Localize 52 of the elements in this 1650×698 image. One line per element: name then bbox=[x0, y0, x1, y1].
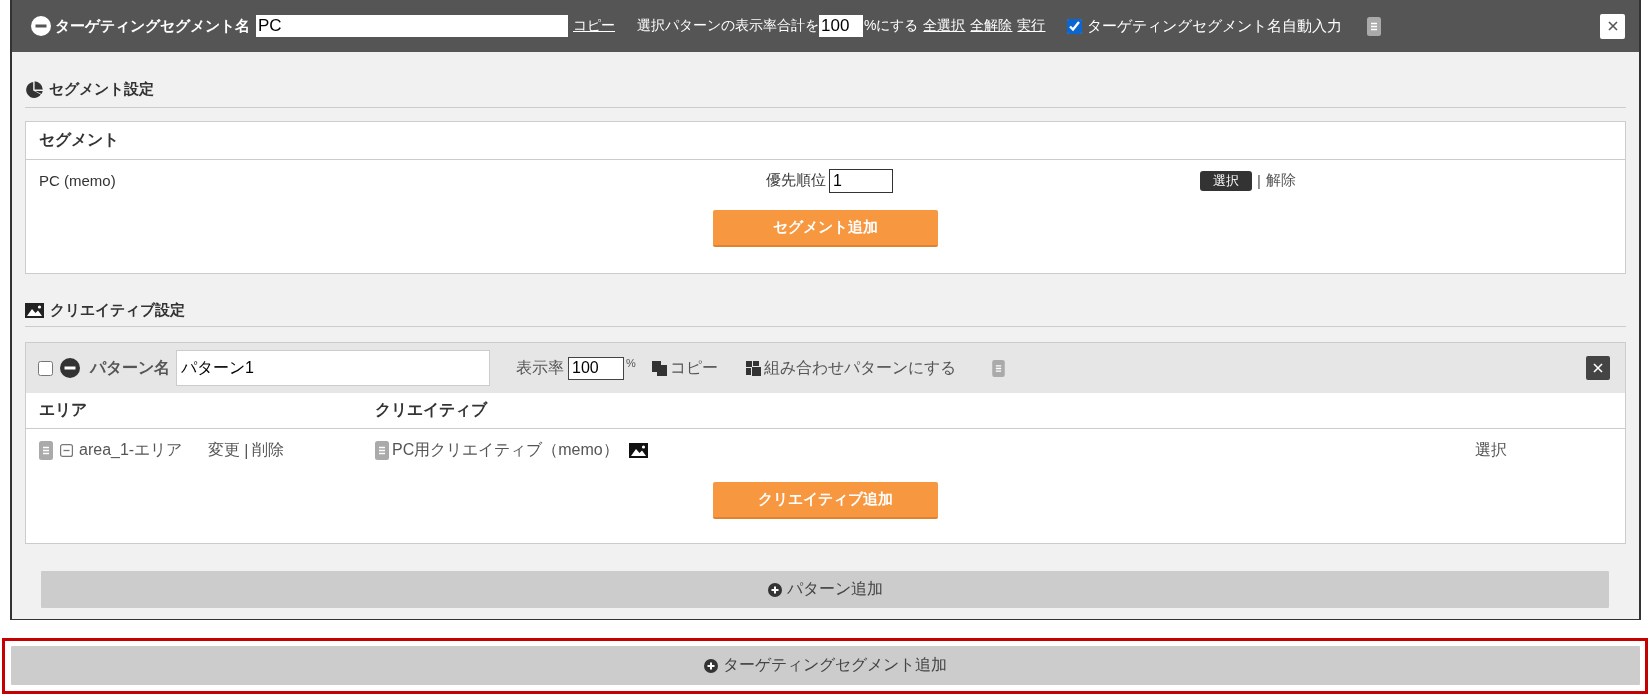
close-icon bbox=[1593, 363, 1603, 373]
column-header: エリア bbox=[39, 400, 87, 420]
copy-action[interactable]: コピー bbox=[651, 357, 718, 379]
area-name: area_1-エリア bbox=[79, 440, 183, 460]
pattern-checkbox[interactable] bbox=[38, 360, 53, 376]
segment-name-field[interactable]: PC bbox=[256, 15, 568, 37]
plus-circle-icon bbox=[767, 582, 782, 597]
select-button[interactable]: 選択 bbox=[1200, 170, 1252, 191]
segment-name-cell: PC (memo) bbox=[39, 172, 116, 189]
close-button[interactable] bbox=[1600, 13, 1625, 39]
select-link[interactable]: 選択 bbox=[1475, 440, 1507, 461]
add-targeting-segment-button[interactable]: ターゲティングセグメント追加 bbox=[11, 646, 1640, 685]
column-header: クリエイティブ bbox=[375, 400, 487, 420]
separator: | bbox=[244, 441, 249, 460]
pie-chart-icon bbox=[25, 80, 43, 99]
rate-prefix-text: 選択パターンの表示率合計を bbox=[637, 17, 819, 35]
image-icon[interactable] bbox=[628, 443, 648, 458]
auto-name-label: ターゲティングセグメント名自動入力 bbox=[1087, 16, 1343, 36]
table-title: セグメント bbox=[39, 130, 119, 150]
priority-field[interactable]: 1 bbox=[829, 168, 893, 193]
section-title: セグメント設定 bbox=[49, 80, 154, 99]
bar-link[interactable]: 実行 bbox=[1017, 17, 1046, 35]
collapse-icon[interactable] bbox=[60, 358, 80, 378]
rate-field[interactable]: 100 bbox=[568, 356, 624, 380]
remove-link[interactable]: 解除 bbox=[1265, 171, 1296, 190]
priority-label: 優先順位 bbox=[766, 171, 826, 190]
memo-icon[interactable] bbox=[1367, 16, 1382, 36]
collapse-icon[interactable] bbox=[31, 16, 51, 36]
copy-link[interactable]: コピー bbox=[573, 17, 615, 35]
close-button[interactable] bbox=[1586, 356, 1610, 380]
rate-label: 表示率 bbox=[516, 357, 564, 378]
rate-suffix-text: %にする bbox=[864, 17, 919, 35]
combine-pattern-action[interactable]: 組み合わせパターンにする bbox=[745, 357, 956, 379]
image-icon bbox=[25, 302, 44, 318]
creative-name: PC用クリエイティブ（memo） bbox=[392, 440, 619, 460]
blocks-icon bbox=[745, 360, 761, 376]
copy-icon bbox=[651, 360, 667, 376]
bar-link[interactable]: 全解除 bbox=[970, 17, 1013, 35]
plus-circle-icon bbox=[704, 658, 718, 673]
segment-name-label: ターゲティングセグメント名 bbox=[55, 16, 250, 36]
bar-link[interactable]: 全選択 bbox=[923, 17, 966, 35]
rate-field[interactable]: 100 bbox=[819, 15, 863, 37]
auto-name-checkbox[interactable] bbox=[1067, 18, 1083, 34]
separator: | bbox=[1257, 172, 1261, 189]
change-link[interactable]: 変更 bbox=[208, 440, 241, 461]
delete-link[interactable]: 削除 bbox=[252, 440, 285, 461]
pattern-name-field[interactable]: パターン1 bbox=[176, 350, 490, 386]
close-icon bbox=[1607, 21, 1618, 31]
pattern-name-label: パターン名 bbox=[90, 357, 170, 378]
percent-unit: % bbox=[626, 357, 636, 369]
section-title: クリエイティブ設定 bbox=[50, 300, 185, 320]
add-pattern-button[interactable]: パターン追加 bbox=[41, 571, 1609, 608]
